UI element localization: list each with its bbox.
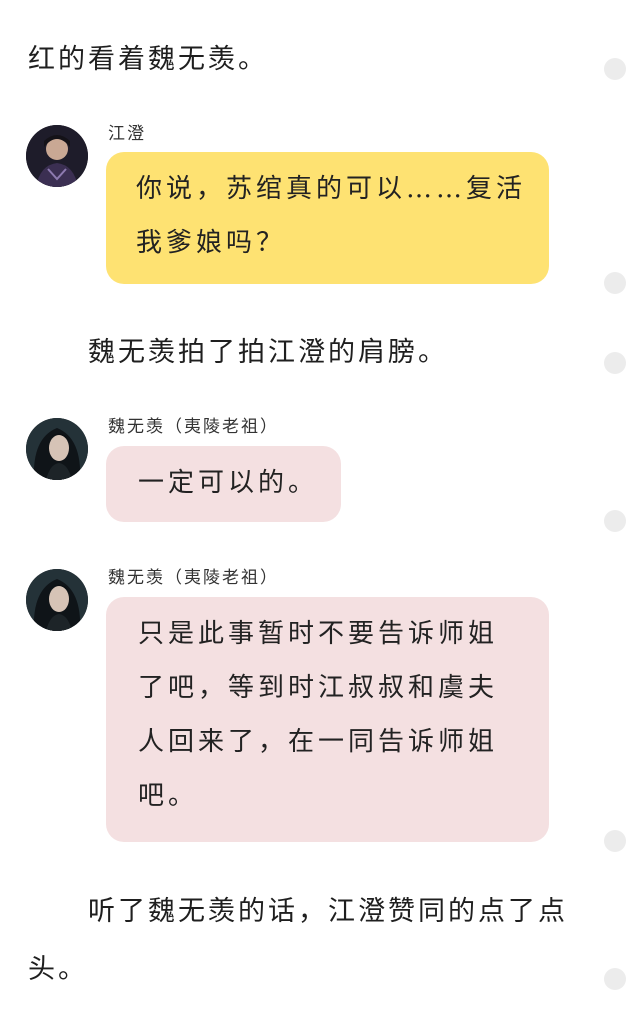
avatar[interactable]	[26, 125, 88, 187]
scroll-dot[interactable]	[604, 58, 626, 80]
narration-line: 听了魏无羡的话，江澄赞同的点了点	[88, 896, 568, 927]
scroll-dot[interactable]	[604, 272, 626, 294]
wei-wuxian-avatar-icon	[26, 418, 88, 480]
message-line: 了吧，等到时江叔叔和虞夫	[138, 673, 499, 703]
avatar[interactable]	[26, 569, 88, 631]
avatar[interactable]	[26, 418, 88, 480]
message-line: 你说，苏绾真的可以……复活	[136, 174, 527, 204]
narration-line: 魏无羡拍了拍江澄的肩膀。	[88, 337, 448, 368]
sender-name: 江澄	[108, 124, 146, 144]
message-line: 只是此事暂时不要告诉师姐	[138, 619, 499, 649]
scroll-dot[interactable]	[604, 968, 626, 990]
narration-line: 红的看着魏无羡。	[28, 44, 268, 75]
narration-line: 头。	[28, 954, 88, 985]
message-bubble[interactable]: 你说，苏绾真的可以……复活 我爹娘吗？	[106, 152, 549, 284]
sender-name: 魏无羡（夷陵老祖）	[108, 568, 279, 588]
message-line: 吧。	[138, 781, 199, 811]
jiang-cheng-avatar-icon	[26, 125, 88, 187]
wei-wuxian-avatar-icon	[26, 569, 88, 631]
message-bubble[interactable]: 一定可以的。	[106, 446, 341, 522]
scroll-dot[interactable]	[604, 510, 626, 532]
message-line: 人回来了，在一同告诉师姐	[138, 727, 499, 757]
message-bubble[interactable]: 只是此事暂时不要告诉师姐 了吧，等到时江叔叔和虞夫 人回来了，在一同告诉师姐 吧…	[106, 597, 549, 842]
scroll-dot[interactable]	[604, 352, 626, 374]
scroll-dot[interactable]	[604, 830, 626, 852]
message-line: 我爹娘吗？	[136, 228, 287, 258]
sender-name: 魏无羡（夷陵老祖）	[108, 417, 279, 437]
message-line: 一定可以的。	[138, 468, 319, 498]
